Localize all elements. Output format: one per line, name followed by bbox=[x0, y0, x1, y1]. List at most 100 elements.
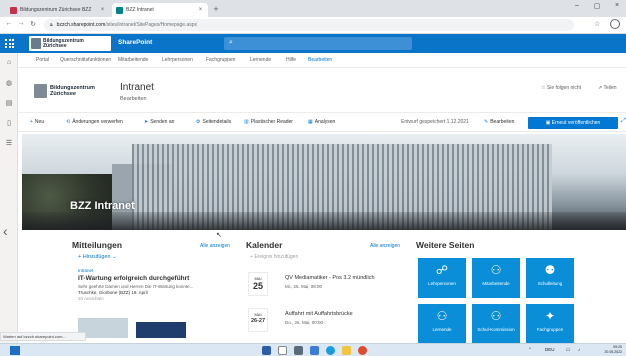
reload-icon[interactable]: ↻ bbox=[28, 20, 38, 28]
calendar-event[interactable]: MAI 25 QV Mediamatiker - Pos 3.2 mündlic… bbox=[248, 272, 408, 300]
news-tag[interactable]: Intranet bbox=[78, 268, 93, 273]
quick-link-mitarbeitende[interactable]: ⚇ Mitarbeitende bbox=[472, 258, 520, 298]
browser-tab-intranet[interactable]: BZZ Intranet × bbox=[112, 3, 208, 17]
search-icon[interactable] bbox=[278, 346, 287, 355]
close-window-icon[interactable]: × bbox=[610, 2, 624, 9]
send-icon: ➤ bbox=[144, 119, 149, 125]
hub-item-lernende[interactable]: Lernende bbox=[250, 57, 271, 63]
windows-logo-icon[interactable] bbox=[262, 346, 271, 355]
file-explorer-icon[interactable] bbox=[342, 346, 351, 355]
news-icon[interactable]: ▤ bbox=[4, 99, 14, 109]
add-news-label: Hinzufügen bbox=[82, 254, 111, 260]
taskbar-clock[interactable]: 09:20 20.05.2022 bbox=[598, 345, 622, 355]
add-news-button[interactable]: + Hinzufügen ⌄ bbox=[78, 254, 117, 260]
hub-item-querschnittsfunktionen[interactable]: Querschnittsfunktionen bbox=[60, 57, 111, 63]
app-name[interactable]: SharePoint bbox=[118, 39, 152, 46]
close-tab-icon[interactable]: × bbox=[197, 7, 204, 13]
quick-link-label: Mitarbeitende bbox=[482, 281, 510, 286]
analytics-button[interactable]: ▦ Analysen bbox=[308, 119, 335, 125]
site-logo[interactable]: Bildungszentrum Zürichsee bbox=[34, 82, 116, 100]
hub-item-fachgruppen[interactable]: Fachgruppen bbox=[206, 57, 235, 63]
people-icon: ⚇ bbox=[490, 263, 502, 277]
close-tab-icon[interactable]: × bbox=[99, 7, 106, 13]
follow-button[interactable]: ☆ Sie folgen nicht bbox=[541, 85, 581, 91]
back-icon[interactable]: ← bbox=[4, 20, 14, 27]
language-indicator[interactable]: DEU bbox=[545, 347, 555, 352]
quick-link-lehrpersonen[interactable]: ☍ Lehrpersonen bbox=[418, 258, 466, 298]
chrome-icon[interactable] bbox=[358, 346, 367, 355]
task-view-icon[interactable] bbox=[294, 346, 303, 355]
event-day: 26-27 bbox=[250, 318, 266, 324]
site-edit-link[interactable]: Bearbeiten bbox=[120, 96, 147, 102]
immersive-reader-button[interactable]: ▥ Plastischer Reader bbox=[244, 119, 293, 125]
calendar-see-all-link[interactable]: Alle anzeigen bbox=[370, 243, 400, 249]
people-icon: ⚉ bbox=[544, 263, 556, 277]
site-header: Bildungszentrum Zürichsee Intranet Bearb… bbox=[18, 68, 626, 112]
hub-item-lehrpersonen[interactable]: Lehrpersonen bbox=[162, 57, 193, 63]
quick-link-fachgruppen[interactable]: ✦ Fachgruppen bbox=[526, 304, 574, 344]
hub-edit-link[interactable]: Bearbeiten bbox=[308, 57, 332, 63]
logo-text-line2: Zürichsee bbox=[43, 42, 67, 49]
logo-mark-icon bbox=[31, 38, 41, 49]
browser-tab-strip: Bildungszentrum Zürichsee BZZ × BZZ Intr… bbox=[0, 0, 626, 17]
page-details-button[interactable]: ⚙ Seitendetails bbox=[196, 119, 231, 125]
search-box[interactable]: ⌕ bbox=[224, 37, 412, 50]
windows-taskbar: ⌃ DEU ☖ ♪ 09:20 20.05.2022 bbox=[0, 343, 626, 356]
republish-button[interactable]: ▣ Erneut veröffentlichen bbox=[528, 117, 618, 129]
new-tab-button[interactable]: + bbox=[210, 3, 222, 15]
volume-icon[interactable]: ♪ bbox=[578, 347, 580, 352]
hub-item-portal[interactable]: Portal bbox=[36, 57, 49, 63]
forward-icon[interactable]: → bbox=[16, 20, 26, 27]
app-launcher-icon[interactable] bbox=[4, 38, 15, 49]
quick-link-lernende[interactable]: ⚇ Lernende bbox=[418, 304, 466, 344]
publish-label: Erneut veröffentlichen bbox=[551, 120, 601, 126]
quick-link-schulleitung[interactable]: ⚉ Schulleitung bbox=[526, 258, 574, 298]
news-webpart: Mitteilungen Alle anzeigen + Hinzufügen … bbox=[72, 240, 238, 343]
expand-icon[interactable]: ⤢ bbox=[621, 118, 626, 125]
news-thumbnail[interactable] bbox=[136, 322, 186, 338]
share-button[interactable]: ⇗ Teilen bbox=[598, 85, 617, 91]
edit-label: Bearbeiten bbox=[490, 119, 515, 125]
reader-icon: ▥ bbox=[244, 119, 249, 125]
tab-title: Bildungszentrum Zürichsee BZZ bbox=[20, 7, 92, 13]
new-label: Neu bbox=[34, 119, 45, 125]
maximize-icon[interactable]: ▢ bbox=[590, 2, 604, 10]
network-icon[interactable]: ☖ bbox=[566, 347, 570, 353]
chevron-left-icon[interactable]: ‹ bbox=[3, 223, 8, 239]
windows-start-icon[interactable] bbox=[10, 346, 20, 355]
bookmark-star-icon[interactable]: ☆ bbox=[594, 20, 600, 28]
add-event-button[interactable]: + Ereignis hinzufügen bbox=[250, 254, 298, 260]
browser-tab-bzz[interactable]: Bildungszentrum Zürichsee BZZ × bbox=[6, 3, 110, 17]
home-icon[interactable]: ⌂ bbox=[4, 59, 14, 69]
event-day: 25 bbox=[252, 281, 263, 291]
lock-icon: 🔒︎ bbox=[50, 22, 53, 28]
edit-button[interactable]: ✎ Bearbeiten bbox=[484, 119, 514, 125]
hero-banner[interactable]: BZZ Intranet bbox=[22, 134, 626, 230]
news-headline[interactable]: IT-Wartung erfolgreich durchgeführt bbox=[78, 275, 189, 282]
hub-item-mitarbeitende[interactable]: Mitarbeitende bbox=[118, 57, 148, 63]
new-button[interactable]: + Neu bbox=[30, 119, 44, 125]
file-icon[interactable]: ▯ bbox=[4, 119, 14, 129]
edge-icon[interactable] bbox=[326, 346, 335, 355]
news-see-all-link[interactable]: Alle anzeigen bbox=[200, 243, 230, 249]
minimize-icon[interactable]: – bbox=[570, 2, 584, 9]
hub-item-hilfe[interactable]: Hilfe bbox=[286, 57, 296, 63]
tray-chevron-icon[interactable]: ⌃ bbox=[528, 347, 532, 353]
quick-link-schulkommission[interactable]: ⚇ Schul-Kommission bbox=[472, 304, 520, 344]
discard-changes-button[interactable]: ⟲ Änderungen verwerfen bbox=[66, 119, 123, 125]
url-field[interactable]: 🔒︎ bzzch.sharepoint.com /sites/intranet/… bbox=[44, 19, 574, 31]
sharepoint-suite-bar: Bildungszentrum Zürichsee SharePoint ⌕ bbox=[0, 34, 626, 53]
teams-icon[interactable] bbox=[310, 346, 319, 355]
site-title[interactable]: Intranet bbox=[120, 82, 154, 93]
lists-icon[interactable]: ☰ bbox=[4, 139, 14, 149]
page-details-label: Seitendetails bbox=[202, 119, 232, 125]
calendar-event[interactable]: MAI 26-27 Auffahrt mit Auffahrtsbrücke D… bbox=[248, 308, 408, 336]
left-app-bar: ⌂ ◍ ▤ ▯ ☰ ‹ bbox=[0, 53, 18, 343]
news-views: 20 Ansichten bbox=[78, 296, 104, 301]
organization-logo[interactable]: Bildungszentrum Zürichsee bbox=[29, 36, 111, 51]
people-icon: ⚇ bbox=[490, 309, 502, 323]
globe-icon[interactable]: ◍ bbox=[4, 79, 14, 89]
quick-link-label: Fachgruppen bbox=[536, 327, 564, 332]
send-to-button[interactable]: ➤ Senden an bbox=[144, 119, 174, 125]
profile-icon[interactable] bbox=[610, 19, 620, 29]
